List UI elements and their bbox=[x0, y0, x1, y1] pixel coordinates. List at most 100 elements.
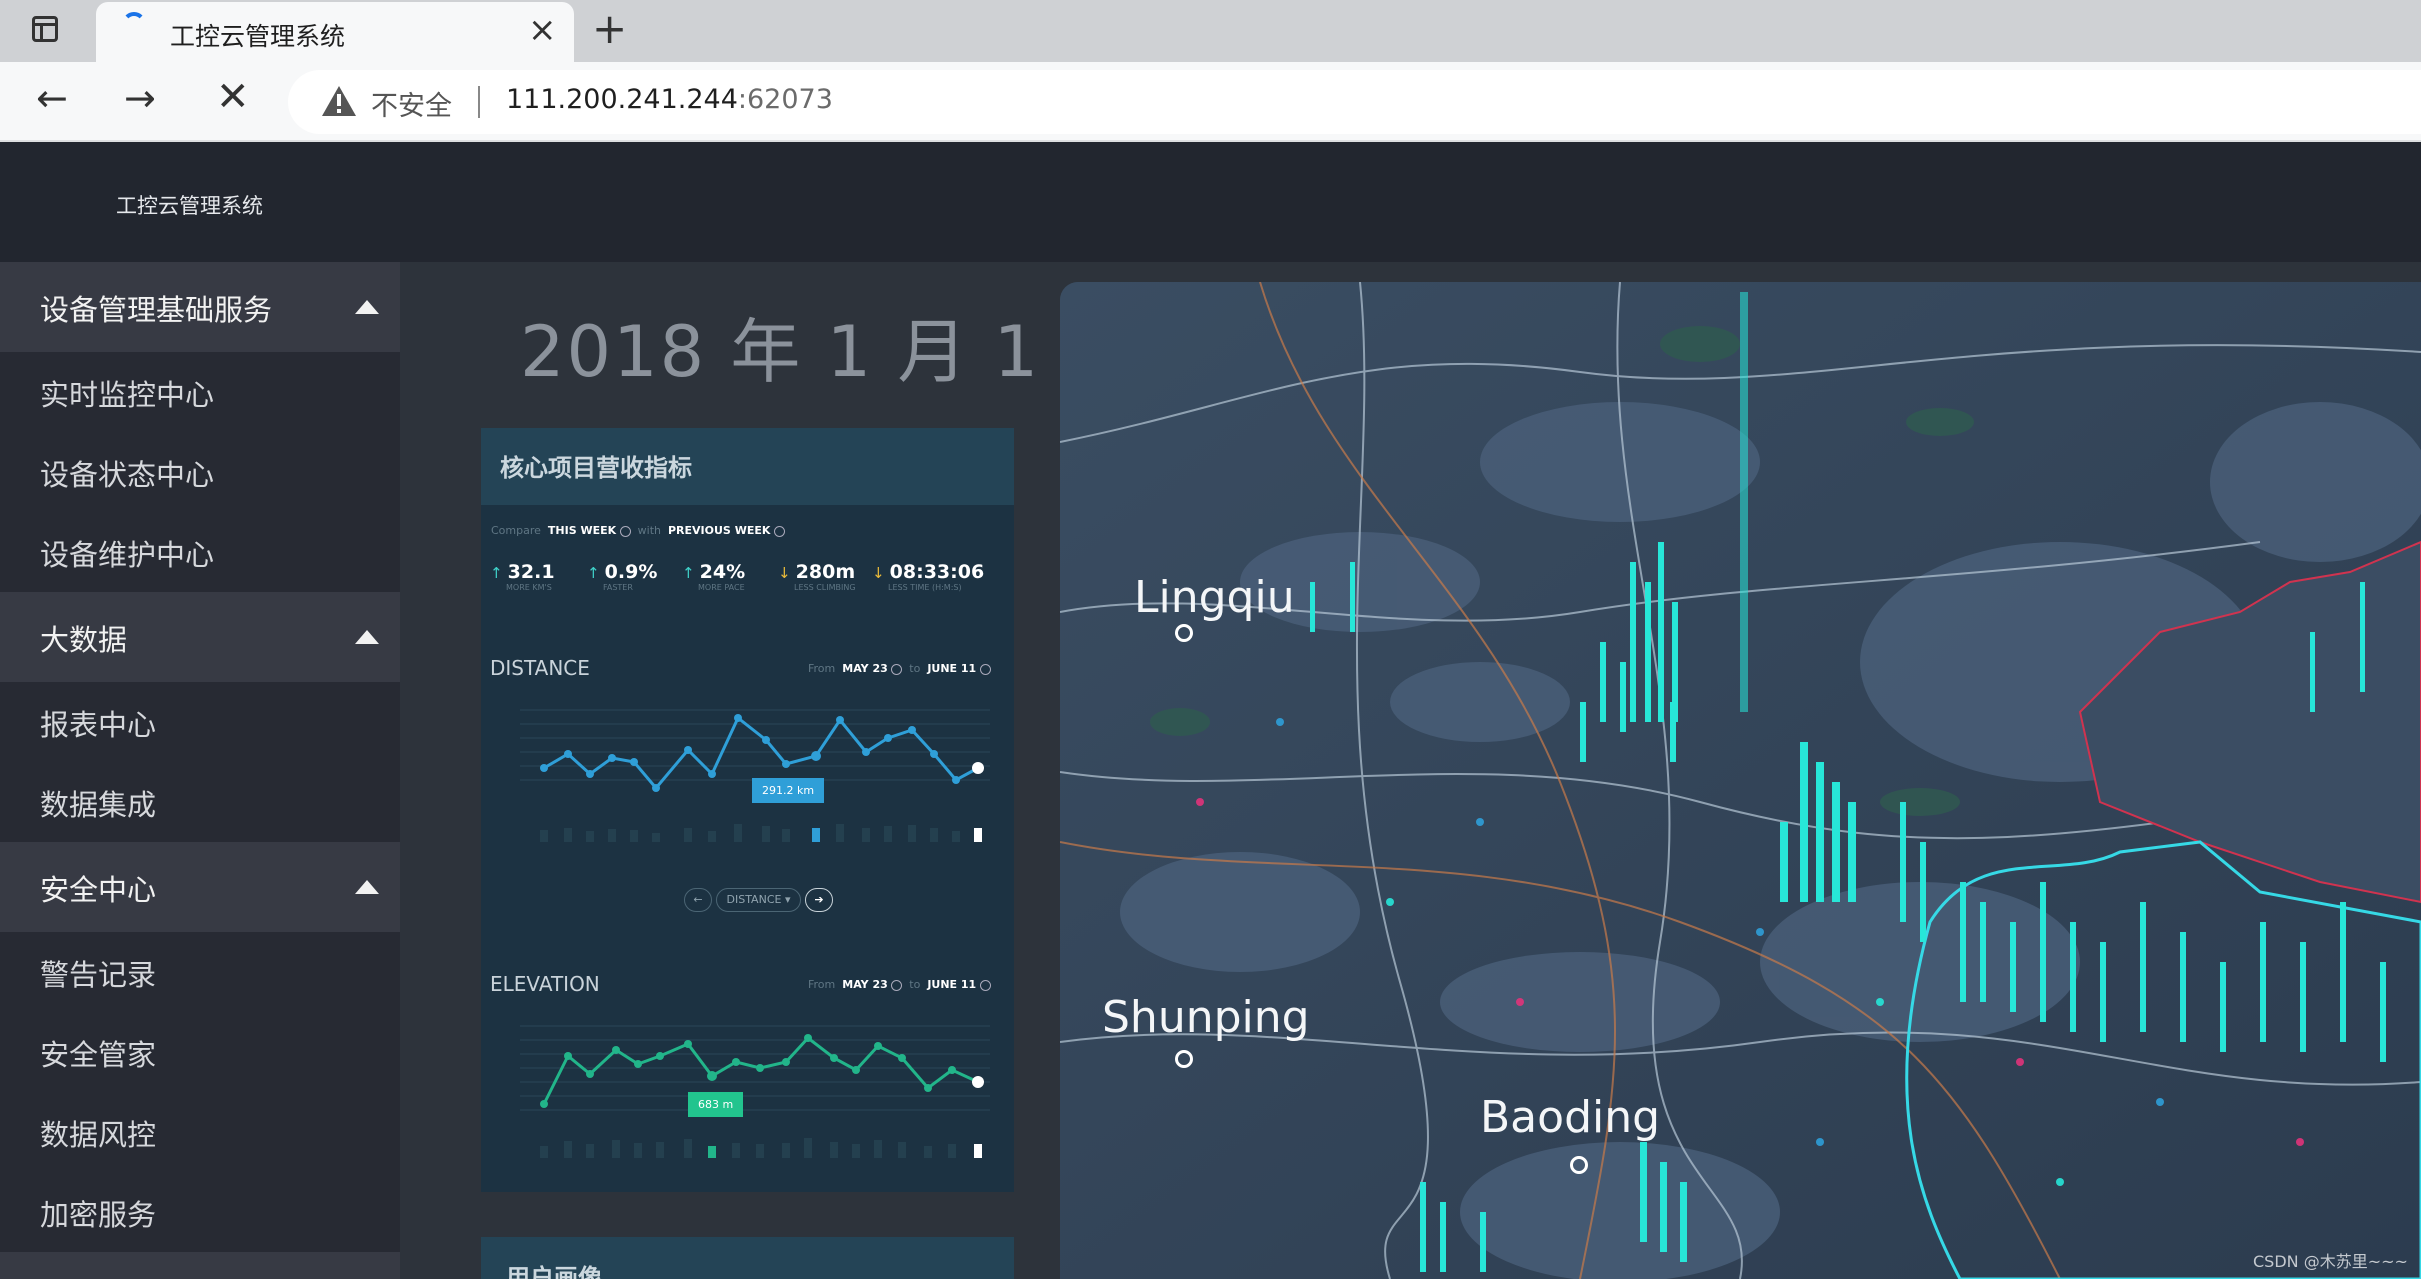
dropdown-circle-icon bbox=[891, 979, 903, 991]
map-canvas bbox=[1060, 282, 2421, 1279]
security-label[interactable]: 不安全 bbox=[371, 84, 452, 123]
distance-title: DISTANCE bbox=[490, 656, 590, 680]
range-to: JUNE 11 bbox=[927, 662, 977, 675]
kpi-item: ↑ 24% MORE PACE bbox=[682, 561, 745, 592]
collapse-caret-icon bbox=[355, 300, 379, 314]
app-header bbox=[0, 142, 2421, 262]
3d-map[interactable]: Lingqiu Shunping Baoding bbox=[1060, 282, 2421, 1279]
elevation-title: ELEVATION bbox=[490, 972, 600, 996]
sidebar-item-device-status[interactable]: 设备状态中心 bbox=[40, 452, 214, 494]
new-tab-icon[interactable]: + bbox=[592, 4, 627, 53]
tab-title: 工控云管理系统 bbox=[170, 22, 346, 51]
kpi-value: 0.9% bbox=[604, 561, 658, 583]
app-title: 工控云管理系统 bbox=[116, 194, 263, 218]
dashboard-date: 2018 年 1 月 1 日 bbox=[520, 311, 1137, 393]
range-from-label: From bbox=[808, 662, 836, 675]
dropdown-circle-icon bbox=[619, 525, 631, 537]
dropdown-circle-icon bbox=[979, 663, 991, 675]
sidebar-group-label: 安全中心 bbox=[40, 873, 157, 907]
elevation-points bbox=[540, 1034, 984, 1108]
kpi-arrow: ↑ bbox=[587, 564, 600, 582]
kpi-arrow: ↑ bbox=[490, 564, 503, 582]
sidebar-item-encryption-service[interactable]: 加密服务 bbox=[40, 1192, 156, 1234]
sidebar-group-label: 大数据 bbox=[40, 623, 128, 657]
kpi-arrow: ↓ bbox=[778, 564, 791, 582]
dropdown-circle-icon bbox=[773, 525, 785, 537]
kpi-value: 24% bbox=[699, 561, 746, 583]
panel-title: 用户画像 bbox=[506, 1264, 602, 1279]
panel-title: 核心项目营收指标 bbox=[500, 454, 692, 482]
city-marker-icon bbox=[1175, 624, 1193, 642]
stop-loading-icon[interactable]: ✕ bbox=[216, 74, 250, 120]
dropdown-circle-icon bbox=[979, 979, 991, 991]
sidebar-item-security-steward[interactable]: 安全管家 bbox=[40, 1032, 156, 1074]
kpi-value: 280m bbox=[795, 561, 856, 583]
range-from: MAY 23 bbox=[842, 978, 888, 991]
distance-range[interactable]: From MAY 23 to JUNE 11 bbox=[808, 662, 991, 675]
metric-dropdown[interactable]: DISTANCE ▾ bbox=[715, 888, 802, 912]
range-to-label: to bbox=[909, 978, 921, 991]
watermark: CSDN @木苏里~~~ bbox=[2253, 1252, 2408, 1271]
city-marker-icon bbox=[1175, 1050, 1193, 1068]
elevation-line-chart bbox=[520, 1025, 990, 1158]
collapse-caret-icon bbox=[355, 630, 379, 644]
kpi-item: ↑ 0.9% FASTER bbox=[587, 561, 657, 592]
range-to-label: to bbox=[909, 662, 921, 675]
kpi-item: ↓ 280m LESS CLIMBING bbox=[778, 561, 856, 592]
omnibox-divider bbox=[478, 86, 480, 118]
elevation-tooltip: 683 m bbox=[688, 1092, 744, 1117]
sidebar-group-big-data[interactable]: 大数据 bbox=[0, 592, 400, 682]
distance-bars bbox=[540, 824, 982, 842]
kpi-value: 08:33:06 bbox=[889, 561, 985, 583]
elevation-range[interactable]: From MAY 23 to JUNE 11 bbox=[808, 978, 991, 991]
back-icon[interactable]: ← bbox=[36, 76, 68, 120]
sidebar-group-label: 设备管理基础服务 bbox=[40, 293, 273, 327]
map-label-lingqiu: Lingqiu bbox=[1134, 572, 1295, 623]
distance-nav[interactable]: ← DISTANCE ▾ ➔ bbox=[684, 888, 833, 912]
sidebar-item-alert-records[interactable]: 警告记录 bbox=[40, 952, 156, 994]
sidebar-item-device-maintenance[interactable]: 设备维护中心 bbox=[40, 532, 214, 574]
warning-icon[interactable] bbox=[322, 86, 356, 116]
sidebar-item-data-risk-control[interactable]: 数据风控 bbox=[40, 1112, 156, 1154]
dropdown-circle-icon bbox=[891, 663, 903, 675]
range-from-label: From bbox=[808, 978, 836, 991]
kpi-arrow: ↑ bbox=[682, 564, 695, 582]
compare-row: Compare THIS WEEK with PREVIOUS WEEK bbox=[491, 524, 785, 537]
kpi-item: ↑ 32.1 MORE KM'S bbox=[490, 561, 555, 592]
kpi-item: ↓ 08:33:06 LESS TIME (H:M:S) bbox=[872, 561, 984, 592]
forward-icon[interactable]: → bbox=[124, 76, 156, 120]
kpi-label: MORE PACE bbox=[698, 583, 745, 592]
prev-icon[interactable]: ← bbox=[684, 888, 712, 912]
kpi-label: MORE KM'S bbox=[506, 583, 552, 592]
sidebar-group-security-center[interactable]: 安全中心 bbox=[0, 842, 400, 932]
city-marker-icon bbox=[1570, 1156, 1588, 1174]
map-label-shunping: Shunping bbox=[1102, 992, 1310, 1043]
metric-dropdown-label: DISTANCE bbox=[726, 893, 782, 906]
sidebar-item-report-center[interactable]: 报表中心 bbox=[40, 702, 156, 744]
sidebar-group-partial[interactable] bbox=[0, 1252, 400, 1279]
kpi-label: LESS TIME (H:M:S) bbox=[888, 583, 962, 592]
compare-previous-week[interactable]: PREVIOUS WEEK bbox=[668, 524, 770, 537]
tab-close-icon[interactable]: × bbox=[528, 10, 557, 50]
sidebar-item-realtime-monitor[interactable]: 实时监控中心 bbox=[40, 372, 214, 414]
sidebar-group-device-management[interactable]: 设备管理基础服务 bbox=[0, 262, 400, 352]
kpi-label: FASTER bbox=[603, 583, 633, 592]
url-text[interactable]: 111.200.241.244:62073 bbox=[506, 84, 833, 115]
next-icon[interactable]: ➔ bbox=[804, 888, 833, 912]
tab-actions-icon[interactable] bbox=[32, 16, 58, 42]
url-port: :62073 bbox=[737, 84, 833, 115]
collapse-caret-icon bbox=[355, 880, 379, 894]
map-label-baoding: Baoding bbox=[1480, 1092, 1661, 1143]
tab-loading-icon bbox=[122, 12, 146, 36]
compare-with: with bbox=[637, 524, 661, 537]
compare-this-week[interactable]: THIS WEEK bbox=[548, 524, 616, 537]
elevation-bars bbox=[540, 1138, 982, 1158]
kpi-label: LESS CLIMBING bbox=[794, 583, 856, 592]
range-to: JUNE 11 bbox=[927, 978, 977, 991]
kpi-value: 32.1 bbox=[507, 561, 555, 583]
sidebar-item-data-integration[interactable]: 数据集成 bbox=[40, 782, 156, 824]
url-host: 111.200.241.244 bbox=[506, 84, 738, 115]
kpi-arrow: ↓ bbox=[872, 564, 885, 582]
compare-label: Compare bbox=[491, 524, 541, 537]
chart-gridlines bbox=[520, 709, 990, 781]
